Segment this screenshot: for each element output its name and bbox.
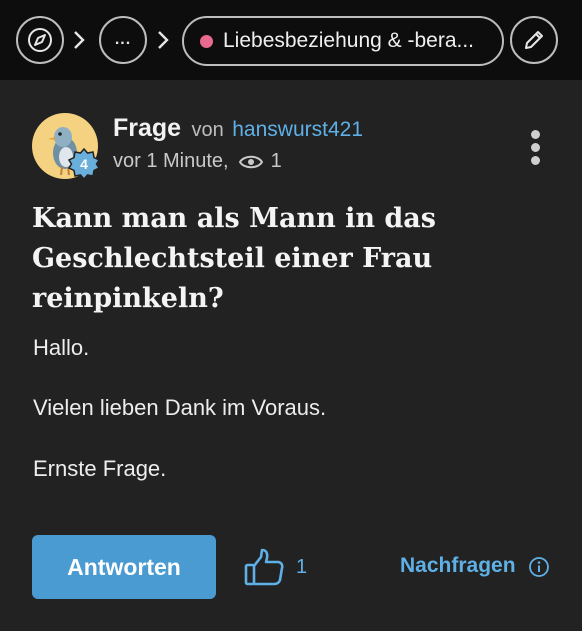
category-color-dot [200, 34, 213, 48]
eye-icon [238, 154, 263, 170]
body-paragraph: Hallo. [33, 335, 90, 360]
like-button[interactable] [243, 547, 287, 587]
category-breadcrumb[interactable]: Liebesbeziehung & -bera... [182, 16, 504, 66]
question-title: Kann man als Mann in das Geschlechtsteil… [32, 203, 436, 314]
post-meta-line: Frage von hanswurst421 [113, 114, 363, 143]
edit-button[interactable] [510, 16, 558, 64]
compass-icon [28, 28, 52, 52]
chevron-right-icon [72, 28, 86, 52]
author-name-link[interactable]: hanswurst421 [232, 118, 363, 141]
top-navigation-bar: ... Liebesbeziehung & -bera... [0, 0, 582, 80]
explore-button[interactable] [16, 16, 64, 64]
more-label: ... [114, 31, 132, 48]
post-stats-line: vor 1 Minute, 1 [113, 150, 282, 173]
more-options-icon[interactable] [524, 128, 548, 168]
ask-followup-button[interactable]: Nachfragen [400, 554, 516, 578]
author-level-badge: 4 [67, 147, 101, 181]
breadcrumb-more-button[interactable]: ... [99, 16, 147, 64]
body-paragraph: Vielen lieben Dank im Voraus. [33, 395, 327, 420]
view-count: 1 [270, 150, 282, 172]
post-time: vor 1 Minute, [113, 150, 229, 172]
thumbs-up-icon [244, 548, 284, 586]
author-level-number: 4 [80, 156, 88, 172]
by-label: von [191, 119, 224, 141]
chevron-right-icon [156, 28, 170, 52]
pencil-icon [525, 31, 543, 49]
category-label: Liebesbeziehung & -bera... [223, 29, 475, 52]
body-paragraph: Ernste Frage. [33, 456, 167, 481]
answer-button[interactable]: Antworten [32, 535, 216, 599]
post-type-label: Frage [113, 114, 182, 142]
info-icon[interactable] [528, 556, 550, 578]
like-count: 1 [296, 556, 308, 578]
